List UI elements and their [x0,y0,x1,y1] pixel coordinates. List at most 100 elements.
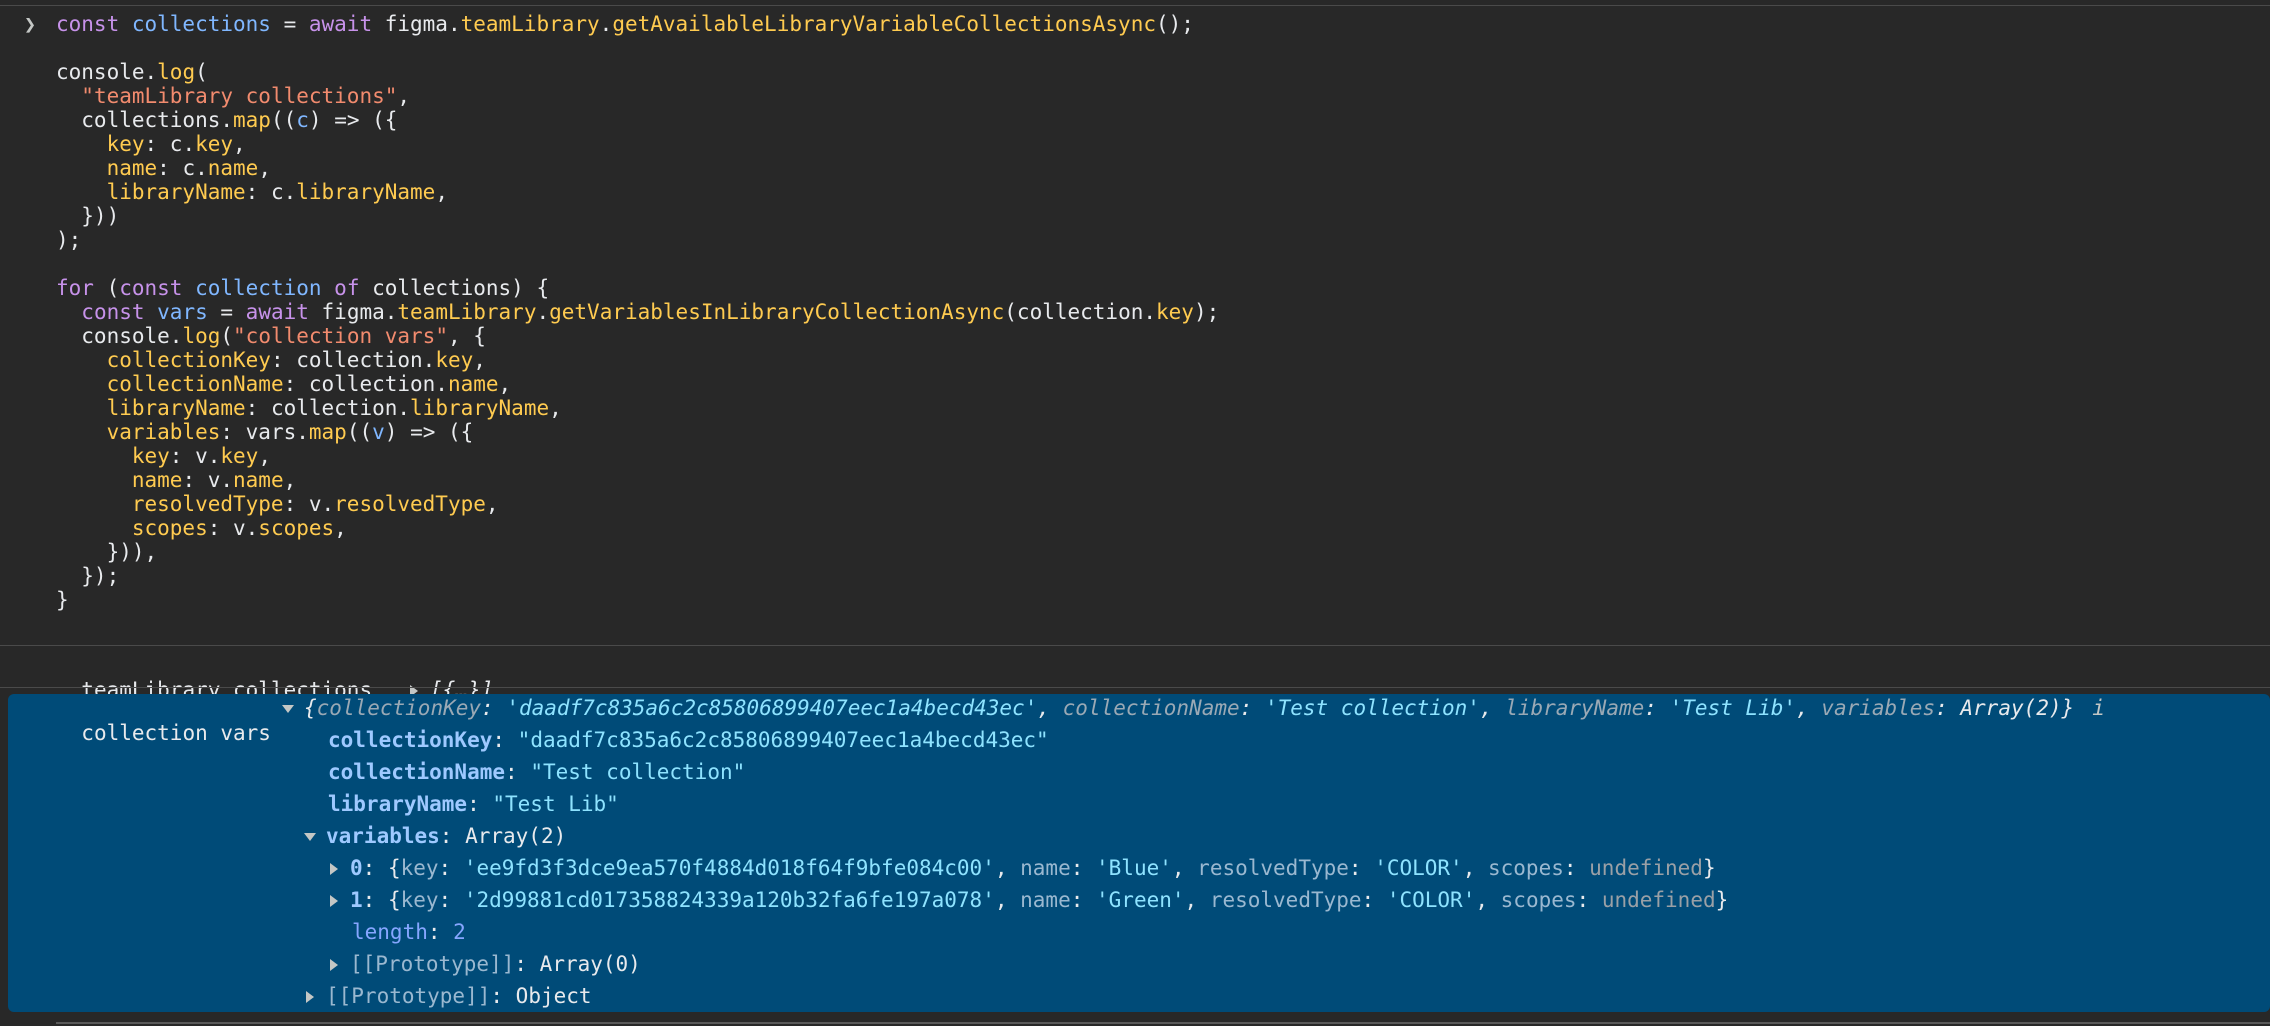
code-token: teamLibrary [397,300,537,324]
code-token: ); [1193,300,1220,324]
code-token: (( [346,420,373,444]
code-token: , [498,372,512,396]
code-token: v [372,420,385,444]
code-token: ( [195,60,208,84]
code-token: }); [56,564,120,588]
variable-item-1[interactable]: 1: {key: '2d99881cd017358824339a120b32fa… [330,888,1728,913]
collapse-triangle-icon[interactable] [304,833,316,841]
code-line: name: c.name, [56,156,271,180]
code-token: getAvailableLibraryVariableCollectionsAs… [612,12,1156,36]
code-token: , { [447,324,486,348]
code-token: libraryName [106,180,246,204]
code-token: (( [270,108,297,132]
expand-triangle-icon[interactable] [306,991,314,1003]
code-token: : c. [245,180,297,204]
console-input-code[interactable]: const collections = await figma.teamLibr… [56,12,1219,612]
code-token: , [549,396,562,420]
code-token: : c. [144,132,196,156]
code-token: getVariablesInLibraryCollectionAsync [549,300,1005,324]
prop-length: length: 2 [352,920,466,944]
code-token: log [157,60,196,84]
code-token: , [334,516,347,540]
code-token: "teamLibrary collections" [81,84,398,108]
expand-triangle-icon[interactable] [330,863,338,875]
code-line: console.log( [56,60,208,84]
expand-triangle-icon[interactable] [330,895,338,907]
code-line: const vars = await figma.teamLibrary.get… [56,300,1219,324]
code-line: variables: vars.map((v) => ({ [56,420,474,444]
variable-item-0[interactable]: 0: {key: 'ee9fd3f3dce9ea570f4884d018f64f… [330,856,1716,881]
code-token: , [485,492,499,516]
info-icon[interactable]: i [2092,696,2105,720]
log-vars-summary[interactable]: collection vars [56,696,271,746]
log-label: collection vars [81,721,271,745]
expand-triangle-icon[interactable] [330,959,338,971]
code-token: , [435,180,448,204]
prop-collectionKey: collectionKey: "daadf7c835a6c2c858068994… [328,728,1049,752]
code-token: libraryName [410,396,550,420]
code-token: key [106,132,145,156]
code-token: name [207,156,259,180]
code-token: ( [220,324,234,348]
code-token: . [536,300,550,324]
code-line: key: c.key, [56,132,246,156]
code-line: "teamLibrary collections", [56,84,410,108]
code-token: map [308,420,347,444]
code-token: : v. [182,468,234,492]
code-token: key [195,132,234,156]
object-prototype[interactable]: [[Prototype]]: Object [306,984,592,1009]
code-token: of [334,276,373,300]
code-token: figma. [384,12,461,36]
code-token: "collection vars" [233,324,448,348]
code-line: scopes: v.scopes, [56,516,347,540]
code-line: for (const collection of collections) { [56,276,549,300]
divider [0,687,2270,688]
code-token: (collection. [1004,300,1156,324]
code-token: key [435,348,474,372]
prop-libraryName: libraryName: "Test Lib" [328,792,619,816]
code-token: : vars. [220,420,309,444]
code-line: ); [56,228,81,252]
code-line: key: v.key, [56,444,271,468]
code-token: key [220,444,259,468]
code-token: ); [56,228,82,252]
code-line: console.log("collection vars", { [56,324,486,348]
code-token: console. [56,324,183,348]
code-token: figma. [321,300,398,324]
code-token: collections [131,12,271,36]
code-token: name [233,468,284,492]
code-token: = [270,12,309,36]
object-summary[interactable]: {collectionKey: 'daadf7c835a6c2c85806899… [282,696,2105,721]
code-token: libraryName [106,396,246,420]
code-token: , [233,132,246,156]
top-divider [0,5,2270,6]
prop-variables[interactable]: variables: Array(2) [304,824,566,849]
code-token: , [473,348,486,372]
code-token: = [207,300,246,324]
bottom-divider [56,1022,2270,1024]
code-token: : v. [207,516,259,540]
code-token: , [397,84,411,108]
code-token: teamLibrary [460,12,600,36]
code-token: collections. [56,108,234,132]
code-token: , [283,468,297,492]
code-token: : c. [157,156,208,180]
code-token: map [233,108,271,132]
collapse-triangle-icon[interactable] [282,705,294,713]
code-token: resolvedType [334,492,486,516]
code-token: c [296,108,309,132]
code-token: collectionName [106,372,284,396]
divider [0,645,2270,646]
code-token: })) [56,204,120,228]
array-prototype[interactable]: [[Prototype]]: Array(0) [330,952,641,977]
code-line: const collections = await figma.teamLibr… [56,12,1194,36]
